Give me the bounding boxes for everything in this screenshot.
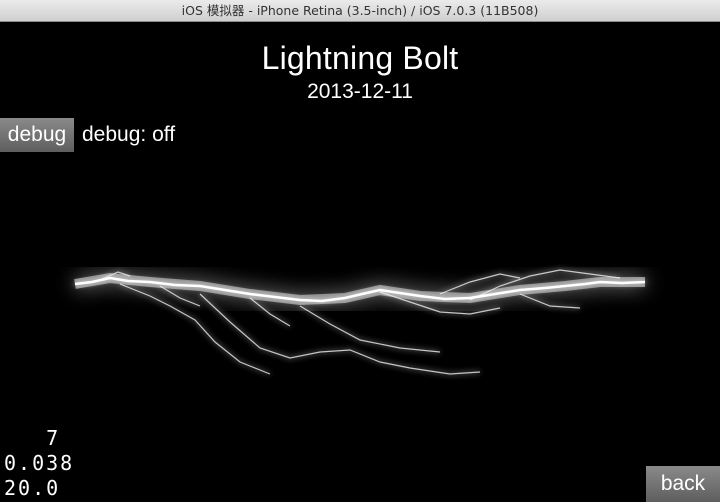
- stats-line-3: 20.0: [4, 476, 61, 500]
- page-date: 2013-12-11: [307, 80, 413, 103]
- stats-line-2: 0.038: [4, 451, 75, 475]
- window-title: iOS 模拟器 - iPhone Retina (3.5-inch) / iOS…: [181, 3, 539, 18]
- window-titlebar: iOS 模拟器 - iPhone Retina (3.5-inch) / iOS…: [0, 0, 720, 22]
- page-title: Lightning Bolt: [261, 40, 459, 76]
- debug-button[interactable]: debug: [0, 118, 74, 152]
- back-button[interactable]: back: [646, 466, 720, 502]
- lightning-bolt-canvas: [74, 269, 646, 375]
- debug-status-label: debug: off: [82, 123, 176, 146]
- bolt-halo: [74, 272, 645, 306]
- simulator-window: iOS 模拟器 - iPhone Retina (3.5-inch) / iOS…: [0, 0, 720, 502]
- stats-readout: 7 0.038 20.0: [4, 426, 74, 501]
- device-screen: Lightning Bolt 2013-12-11 debug debug: o…: [0, 22, 720, 502]
- stats-line-1: 7: [4, 426, 61, 450]
